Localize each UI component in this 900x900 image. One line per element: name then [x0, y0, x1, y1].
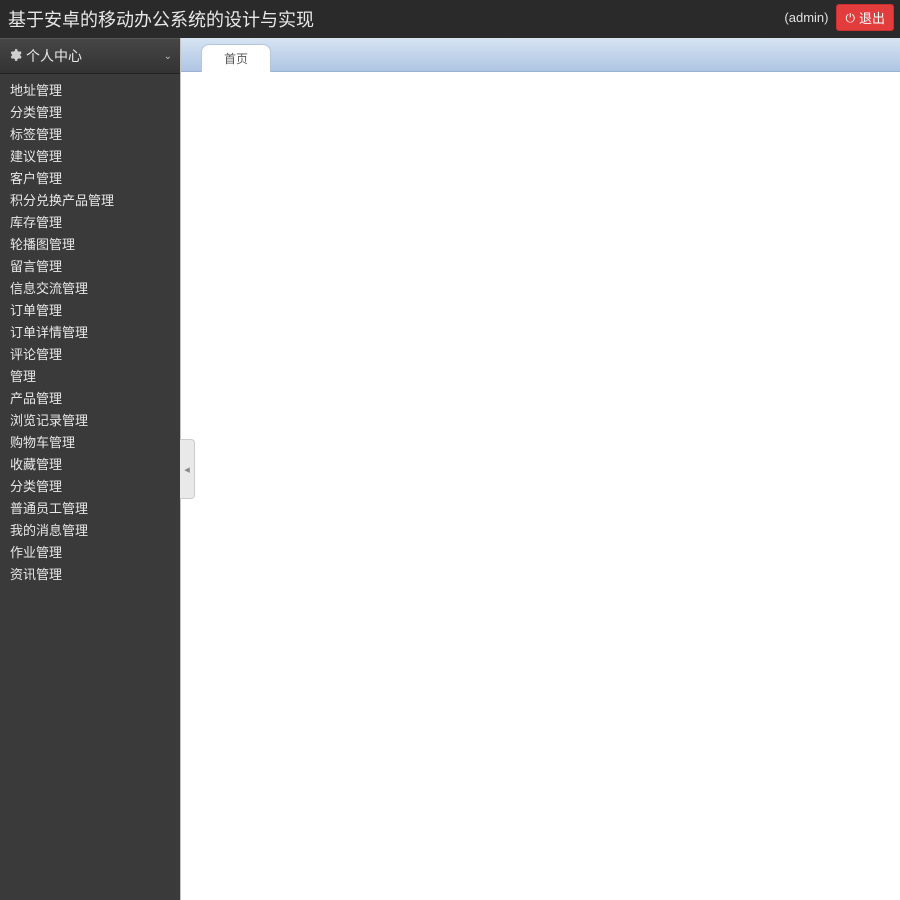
accordion-header-personal[interactable]: 个人中心 ⌄ [0, 38, 180, 74]
sidebar-item[interactable]: 库存管理 [0, 212, 180, 234]
current-user-label: (admin) [784, 10, 828, 25]
sidebar-list: 地址管理分类管理标签管理建议管理客户管理积分兑换产品管理库存管理轮播图管理留言管… [0, 74, 180, 592]
chevron-left-icon: ◂ [184, 463, 190, 476]
sidebar-item[interactable]: 标签管理 [0, 124, 180, 146]
sidebar-item-label: 分类管理 [10, 479, 62, 494]
sidebar-item[interactable]: 订单详情管理 [0, 322, 180, 344]
sidebar-item[interactable]: 分类管理 [0, 102, 180, 124]
accordion-title-label: 个人中心 [26, 46, 82, 66]
sidebar-item-label: 轮播图管理 [10, 237, 75, 252]
main-area: 首页 ◂ [180, 38, 900, 900]
tab-home[interactable]: 首页 [201, 44, 271, 72]
sidebar-item-label: 信息交流管理 [10, 281, 88, 296]
sidebar-item[interactable]: 轮播图管理 [0, 234, 180, 256]
sidebar-item-label: 购物车管理 [10, 435, 75, 450]
sidebar: 个人中心 ⌄ 地址管理分类管理标签管理建议管理客户管理积分兑换产品管理库存管理轮… [0, 38, 180, 900]
sidebar-item-label: 普通员工管理 [10, 501, 88, 516]
sidebar-item[interactable]: 作业管理 [0, 542, 180, 564]
sidebar-item[interactable]: 管理 [0, 366, 180, 388]
sidebar-item[interactable]: 地址管理 [0, 80, 180, 102]
sidebar-item-label: 浏览记录管理 [10, 413, 88, 428]
gears-icon [8, 48, 22, 65]
sidebar-item[interactable]: 普通员工管理 [0, 498, 180, 520]
sidebar-item-label: 作业管理 [10, 545, 62, 560]
tab-strip: 首页 [181, 38, 900, 72]
sidebar-item[interactable]: 资讯管理 [0, 564, 180, 586]
chevron-down-icon: ⌄ [164, 51, 172, 62]
sidebar-item[interactable]: 客户管理 [0, 168, 180, 190]
sidebar-item-label: 积分兑换产品管理 [10, 193, 114, 208]
sidebar-item-label: 产品管理 [10, 391, 62, 406]
sidebar-item[interactable]: 分类管理 [0, 476, 180, 498]
app-title: 基于安卓的移动办公系统的设计与实现 [8, 6, 314, 32]
sidebar-item-label: 评论管理 [10, 347, 62, 362]
sidebar-item-label: 分类管理 [10, 105, 62, 120]
sidebar-item[interactable]: 浏览记录管理 [0, 410, 180, 432]
sidebar-item[interactable]: 建议管理 [0, 146, 180, 168]
body-wrap: 个人中心 ⌄ 地址管理分类管理标签管理建议管理客户管理积分兑换产品管理库存管理轮… [0, 38, 900, 900]
logout-button-label: 退出 [859, 8, 885, 27]
sidebar-item-label: 我的消息管理 [10, 523, 88, 538]
sidebar-item-label: 标签管理 [10, 127, 62, 142]
sidebar-item-label: 收藏管理 [10, 457, 62, 472]
sidebar-item[interactable]: 我的消息管理 [0, 520, 180, 542]
power-icon: ⏻ [845, 12, 855, 24]
sidebar-item[interactable]: 积分兑换产品管理 [0, 190, 180, 212]
tab-home-label: 首页 [224, 50, 248, 67]
sidebar-item[interactable]: 产品管理 [0, 388, 180, 410]
sidebar-item-label: 订单详情管理 [10, 325, 88, 340]
sidebar-item[interactable]: 留言管理 [0, 256, 180, 278]
content-area [181, 72, 900, 900]
sidebar-item[interactable]: 信息交流管理 [0, 278, 180, 300]
sidebar-item[interactable]: 购物车管理 [0, 432, 180, 454]
header-right: (admin) ⏻ 退出 [784, 4, 894, 31]
sidebar-item[interactable]: 评论管理 [0, 344, 180, 366]
sidebar-collapse-handle[interactable]: ◂ [180, 439, 195, 499]
sidebar-item[interactable]: 订单管理 [0, 300, 180, 322]
sidebar-item-label: 客户管理 [10, 171, 62, 186]
sidebar-item-label: 订单管理 [10, 303, 62, 318]
sidebar-item-label: 管理 [10, 369, 36, 384]
sidebar-item-label: 建议管理 [10, 149, 62, 164]
header-bar: 基于安卓的移动办公系统的设计与实现 (admin) ⏻ 退出 [0, 0, 900, 38]
sidebar-item-label: 地址管理 [10, 83, 62, 98]
sidebar-item-label: 库存管理 [10, 215, 62, 230]
sidebar-item-label: 留言管理 [10, 259, 62, 274]
sidebar-item-label: 资讯管理 [10, 567, 62, 582]
logout-button[interactable]: ⏻ 退出 [836, 4, 894, 31]
sidebar-item[interactable]: 收藏管理 [0, 454, 180, 476]
